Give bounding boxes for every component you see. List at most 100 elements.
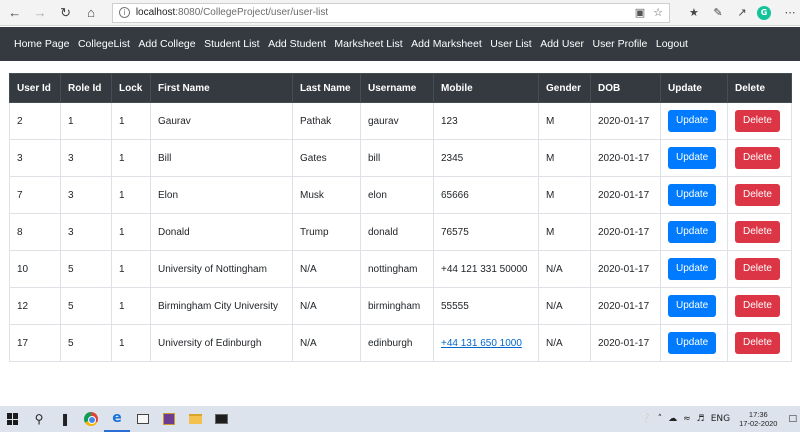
nav-home-page[interactable]: Home Page <box>14 38 69 50</box>
start-button[interactable] <box>0 406 26 432</box>
cell-mobile: 2345 <box>433 139 539 177</box>
onedrive-icon[interactable]: ☁ <box>668 414 677 424</box>
cell-dob: 2020-01-17 <box>590 250 661 288</box>
cell-delete: Delete <box>727 250 792 288</box>
cell-dob: 2020-01-17 <box>590 324 661 362</box>
app-taskbar-button[interactable] <box>130 406 156 432</box>
cell-update: Update <box>660 287 728 325</box>
delete-button[interactable]: Delete <box>735 258 780 280</box>
cell-dob: 2020-01-17 <box>590 176 661 214</box>
cell-mobile: 123 <box>433 102 539 140</box>
cell-username: edinburgh <box>360 324 434 362</box>
home-icon[interactable]: ⌂ <box>80 2 101 24</box>
header-delete: Delete <box>727 73 792 103</box>
nav-add-marksheet[interactable]: Add Marksheet <box>411 38 482 50</box>
grammarly-icon[interactable]: G <box>756 5 771 20</box>
favorites-icon[interactable]: ★ <box>684 3 704 23</box>
nav-user-profile[interactable]: User Profile <box>593 38 648 50</box>
chrome-taskbar-button[interactable] <box>78 406 104 432</box>
cell-gender: N/A <box>538 287 591 325</box>
clock[interactable]: 17:36 17-02-2020 <box>739 410 777 428</box>
notifications-icon[interactable]: □ <box>788 414 797 424</box>
cell-last-name: Pathak <box>292 102 361 140</box>
cell-user-id: 2 <box>9 102 61 140</box>
windows-taskbar: ⚲ ❚ e ❔ ˄ ☁ ≈ ♬ ENG 17:36 17-02-2020 □ <box>0 406 800 432</box>
search-icon[interactable]: ⚲ <box>26 406 52 432</box>
cell-first-name: Birmingham City University <box>150 287 293 325</box>
table-row: 3 3 1 Bill Gates bill 2345 M 2020-01-17 … <box>9 139 792 177</box>
favorite-star-icon[interactable]: ☆ <box>653 6 663 19</box>
delete-button[interactable]: Delete <box>735 110 780 132</box>
table-row: 12 5 1 Birmingham City University N/A bi… <box>9 287 792 325</box>
file-explorer-taskbar-button[interactable] <box>182 406 208 432</box>
cell-gender: M <box>538 176 591 214</box>
share-icon[interactable]: ↗ <box>732 3 752 23</box>
mobile-link[interactable]: +44 131 650 1000 <box>441 338 522 349</box>
update-button[interactable]: Update <box>668 184 717 206</box>
update-button[interactable]: Update <box>668 258 717 280</box>
delete-button[interactable]: Delete <box>735 295 780 317</box>
header-mobile: Mobile <box>433 73 539 103</box>
cell-role-id: 5 <box>60 324 112 362</box>
header-role-id: Role Id <box>60 73 112 103</box>
task-view-icon[interactable]: ❚ <box>52 406 78 432</box>
nav-add-user[interactable]: Add User <box>540 38 584 50</box>
update-button[interactable]: Update <box>668 221 717 243</box>
nav-user-list[interactable]: User List <box>490 38 531 50</box>
nav-student-list[interactable]: Student List <box>204 38 259 50</box>
cell-lock: 1 <box>111 213 151 251</box>
delete-button[interactable]: Delete <box>735 221 780 243</box>
update-button[interactable]: Update <box>668 295 717 317</box>
refresh-icon[interactable]: ↻ <box>55 2 76 24</box>
more-icon[interactable]: ⋯ <box>780 3 800 23</box>
reading-view-icon[interactable]: ▣ <box>635 6 645 19</box>
system-tray: ❔ ˄ ☁ ≈ ♬ ENG 17:36 17-02-2020 □ <box>637 410 800 428</box>
cell-last-name: N/A <box>292 287 361 325</box>
chevron-up-icon[interactable]: ˄ <box>658 414 663 424</box>
nav-logout[interactable]: Logout <box>656 38 688 50</box>
nav-marksheet-list[interactable]: Marksheet List <box>334 38 402 50</box>
pen-icon[interactable]: ✎ <box>708 3 728 23</box>
nav-college-list[interactable]: CollegeList <box>78 38 130 50</box>
clock-time: 17:36 <box>748 410 768 419</box>
cell-first-name: Donald <box>150 213 293 251</box>
cell-username: birmingham <box>360 287 434 325</box>
volume-icon[interactable]: ♬ <box>697 414 705 424</box>
back-icon[interactable]: ← <box>4 2 25 24</box>
cell-first-name: Elon <box>150 176 293 214</box>
cell-mobile: 55555 <box>433 287 539 325</box>
delete-button[interactable]: Delete <box>735 332 780 354</box>
site-info-icon[interactable]: i <box>118 7 130 18</box>
header-lock: Lock <box>111 73 151 103</box>
cell-gender: N/A <box>538 250 591 288</box>
table-header-row: User Id Role Id Lock First Name Last Nam… <box>9 73 792 103</box>
delete-button[interactable]: Delete <box>735 147 780 169</box>
cell-delete: Delete <box>727 139 792 177</box>
cell-last-name: Musk <box>292 176 361 214</box>
nav-add-college[interactable]: Add College <box>138 38 195 50</box>
nav-add-student[interactable]: Add Student <box>268 38 326 50</box>
cell-last-name: Trump <box>292 213 361 251</box>
language-indicator[interactable]: ENG <box>711 414 730 424</box>
cell-dob: 2020-01-17 <box>590 102 661 140</box>
cell-delete: Delete <box>727 176 792 214</box>
table-row: 2 1 1 Gaurav Pathak gaurav 123 M 2020-01… <box>9 102 792 140</box>
user-table: User Id Role Id Lock First Name Last Nam… <box>9 73 792 362</box>
cell-last-name: Gates <box>292 139 361 177</box>
forward-icon[interactable]: → <box>29 2 50 24</box>
delete-button[interactable]: Delete <box>735 184 780 206</box>
update-button[interactable]: Update <box>668 147 717 169</box>
chrome-icon <box>84 412 98 426</box>
help-icon[interactable]: ❔ <box>640 414 651 424</box>
address-bar[interactable]: i localhost:8080/CollegeProject/user/use… <box>111 2 670 23</box>
browser-toolbar: ← → ↻ ⌂ i localhost:8080/CollegeProject/… <box>0 0 800 26</box>
cell-role-id: 5 <box>60 287 112 325</box>
cell-last-name: N/A <box>292 324 361 362</box>
terminal-taskbar-button[interactable] <box>208 406 234 432</box>
update-button[interactable]: Update <box>668 110 717 132</box>
edge-taskbar-button[interactable]: e <box>104 406 130 432</box>
app2-taskbar-button[interactable] <box>156 406 182 432</box>
wifi-icon[interactable]: ≈ <box>683 414 691 424</box>
update-button[interactable]: Update <box>668 332 717 354</box>
cell-mobile: +44 121 331 50000 <box>433 250 539 288</box>
